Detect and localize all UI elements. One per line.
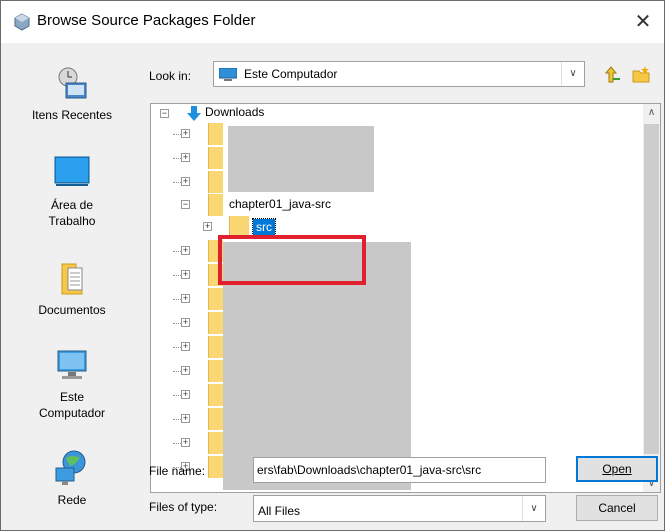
- place-label-2: Computador: [38, 406, 106, 420]
- app-icon: [14, 13, 30, 31]
- redacted-region: [228, 126, 374, 192]
- place-label: Rede: [57, 493, 87, 507]
- recent-items-icon: [52, 63, 92, 103]
- scroll-up-icon[interactable]: ∧: [643, 104, 660, 121]
- tree-connector: [173, 182, 181, 183]
- place-label: Documentos: [38, 303, 106, 317]
- folder-icon: [208, 360, 223, 382]
- folder-icon: [208, 288, 223, 310]
- highlight-box: [218, 235, 366, 285]
- folder-icon: [208, 194, 223, 216]
- tree-connector: [173, 419, 181, 420]
- tree-expander[interactable]: +: [181, 246, 190, 255]
- place-label-2: Trabalho: [48, 214, 96, 228]
- look-in-combo[interactable]: Este Computador ∨: [213, 61, 585, 87]
- place-documents[interactable]: Documentos: [9, 258, 135, 318]
- tree-expander[interactable]: −: [181, 200, 190, 209]
- tree-node-downloads[interactable]: Downloads: [205, 105, 264, 119]
- folder-icon: [208, 171, 223, 193]
- tree-connector: [173, 323, 181, 324]
- chevron-down-icon[interactable]: ∨: [561, 62, 584, 86]
- tree-node-chapter01[interactable]: chapter01_java-src: [229, 197, 331, 211]
- files-of-type-combo[interactable]: All Files ∨: [253, 495, 546, 522]
- title-bar: Browse Source Packages Folder ✕: [1, 1, 664, 43]
- downloads-icon: [187, 106, 201, 121]
- open-button-label: Open: [602, 462, 632, 476]
- place-recent-items[interactable]: Itens Recentes: [9, 63, 135, 123]
- folder-icon: [208, 123, 223, 145]
- place-label: Área de: [50, 198, 94, 212]
- look-in-label: Look in:: [149, 69, 192, 83]
- tree-connector: [173, 134, 181, 135]
- place-desktop[interactable]: Área de Trabalho: [9, 153, 135, 229]
- up-one-level-icon[interactable]: [603, 65, 623, 85]
- tree-connector: [173, 443, 181, 444]
- tree-connector: [173, 275, 181, 276]
- close-icon[interactable]: ✕: [628, 7, 658, 37]
- dialog-title: Browse Source Packages Folder: [37, 12, 256, 29]
- tree-expander[interactable]: +: [181, 318, 190, 327]
- folder-icon: [208, 408, 223, 430]
- tree-expander[interactable]: +: [203, 222, 212, 231]
- browse-dialog: Browse Source Packages Folder ✕ Itens Re…: [0, 0, 665, 531]
- folder-icon: [208, 432, 223, 454]
- chevron-down-icon[interactable]: ∨: [522, 496, 545, 521]
- place-label: Itens Recentes: [31, 108, 113, 122]
- tree-expander[interactable]: +: [181, 390, 190, 399]
- tree-connector: [173, 371, 181, 372]
- tree-connector: [173, 395, 181, 396]
- documents-icon: [52, 258, 92, 298]
- folder-tree[interactable]: − Downloads + + + − chapter01_java-src +: [150, 103, 661, 493]
- tree-expander[interactable]: +: [181, 294, 190, 303]
- open-button[interactable]: Open: [576, 456, 658, 482]
- tree-expander[interactable]: +: [181, 366, 190, 375]
- places-bar: Itens Recentes Área de Trabalho Document…: [1, 43, 138, 530]
- tree-connector: [173, 299, 181, 300]
- tree-expander[interactable]: −: [160, 109, 169, 118]
- network-icon: [52, 448, 92, 488]
- files-of-type-label: Files of type:: [149, 500, 218, 514]
- file-name-label: File name:: [149, 464, 206, 478]
- file-name-input[interactable]: [253, 457, 546, 483]
- place-network[interactable]: Rede: [9, 448, 135, 508]
- folder-icon: [208, 456, 223, 478]
- desktop-icon: [52, 153, 92, 193]
- tree-connector: [173, 251, 181, 252]
- new-folder-icon[interactable]: [631, 65, 651, 85]
- tree-connector: [173, 158, 181, 159]
- folder-icon: [208, 336, 223, 358]
- folder-icon: [208, 384, 223, 406]
- tree-expander[interactable]: +: [181, 153, 190, 162]
- place-computer[interactable]: Este Computador: [9, 345, 135, 421]
- look-in-value: Este Computador: [244, 67, 338, 81]
- dialog-body: Itens Recentes Área de Trabalho Document…: [1, 43, 664, 530]
- folder-icon: [208, 312, 223, 334]
- scroll-thumb[interactable]: [644, 124, 659, 454]
- computer-icon: [219, 68, 237, 81]
- tree-expander[interactable]: +: [181, 414, 190, 423]
- folder-icon: [208, 147, 223, 169]
- tree-expander[interactable]: +: [181, 129, 190, 138]
- tree-scrollbar[interactable]: ∧ ∨: [643, 104, 660, 492]
- tree-expander[interactable]: +: [181, 270, 190, 279]
- place-label: Este: [59, 390, 84, 404]
- cancel-button[interactable]: Cancel: [576, 495, 658, 521]
- computer-icon: [52, 345, 92, 385]
- tree-expander[interactable]: +: [181, 438, 190, 447]
- files-of-type-value: All Files: [258, 504, 301, 518]
- tree-expander[interactable]: +: [181, 342, 190, 351]
- tree-node-src[interactable]: src: [252, 218, 276, 236]
- tree-connector: [173, 347, 181, 348]
- tree-expander[interactable]: +: [181, 177, 190, 186]
